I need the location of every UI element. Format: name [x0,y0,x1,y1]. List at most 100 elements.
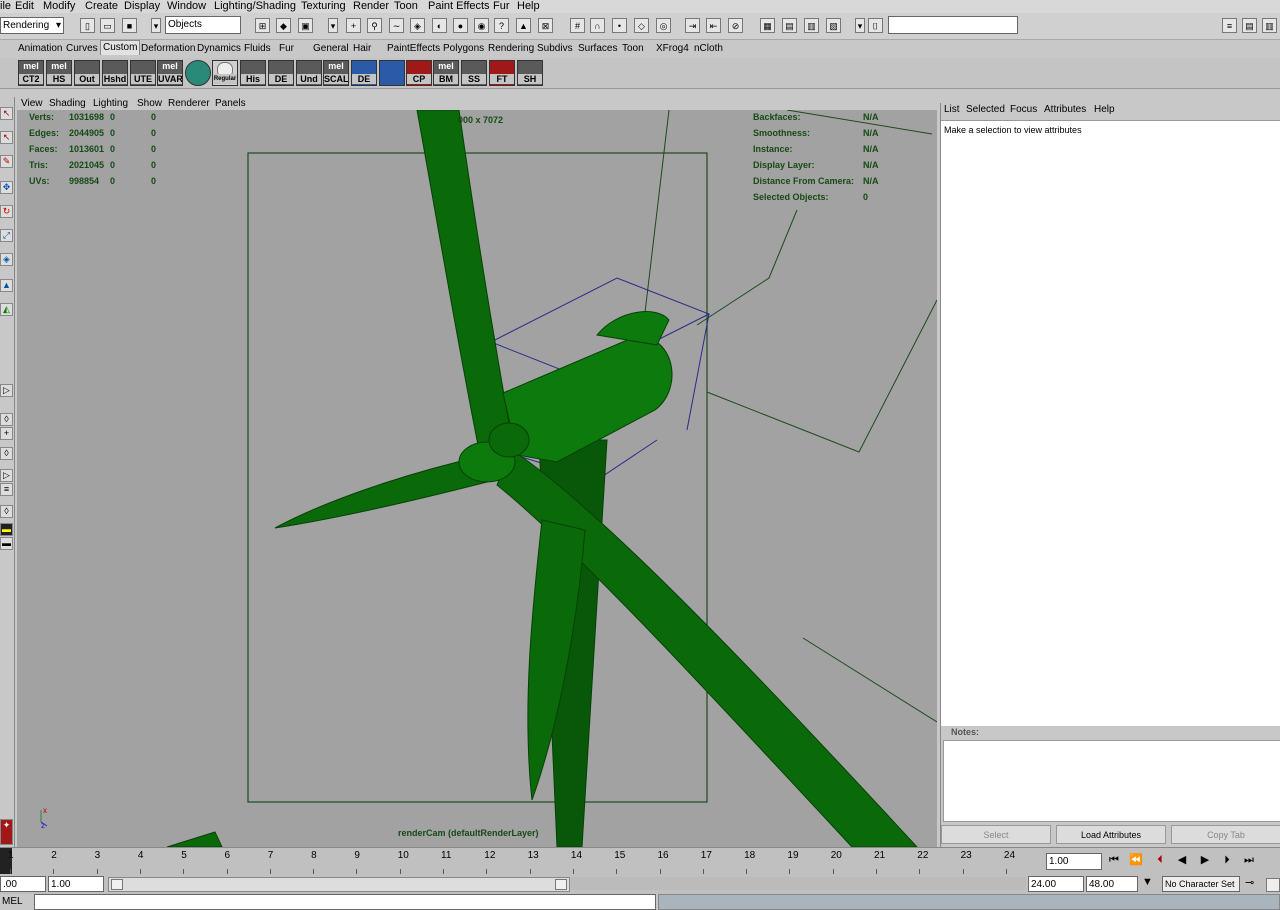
shelf-tab-fur[interactable]: Fur [279,42,294,56]
shelf-button-cp[interactable]: CP [406,60,432,86]
paint-select-tool-icon[interactable]: ✎ [0,155,13,168]
auto-key-icon[interactable]: ⊸ [1245,876,1254,889]
shelf-tab-animation[interactable]: Animation [18,42,62,56]
menu-create[interactable]: Create [85,0,118,13]
highlight-selection-icon[interactable]: ⊠ [538,18,553,33]
layout-render-icon[interactable]: ▬ [0,537,13,550]
layout-outliner-icon[interactable]: ≡ [0,483,13,496]
new-scene-icon[interactable]: ▯ [80,18,95,33]
go-to-end-icon[interactable]: ⏭ [1241,852,1257,868]
ae-menu-list[interactable]: List [944,103,960,117]
shelf-button-de[interactable]: DE [268,60,294,86]
shelf-button-out[interactable]: Out [74,60,100,86]
menu-edit[interactable]: Edit [15,0,34,13]
move-tool-icon[interactable]: ✥ [0,181,13,194]
select-deformations-icon[interactable]: ◐ [432,18,447,33]
shelf-button-und[interactable]: Und [296,60,322,86]
shelf-tab-painteffects[interactable]: PaintEffects [387,42,440,56]
input-line-field[interactable] [888,16,1018,34]
ae-menu-selected[interactable]: Selected [966,103,1005,117]
copy-tab-button[interactable]: Copy Tab [1171,825,1280,844]
grid-icon[interactable] [379,60,405,86]
current-time-field[interactable]: 1.00 [1046,853,1102,870]
shelf-tab-rendering[interactable]: Rendering [488,42,534,56]
input-line-arrow-icon[interactable]: ▾ [855,18,865,33]
select-rendering-icon[interactable]: ◉ [474,18,489,33]
step-forward-frame-icon[interactable]: ⏵ [1219,852,1235,868]
time-slider[interactable]: 1 2 3 4 5 6 7 8 9 10 11 12 13 14 15 16 17 18 19 20 21 22 23 24 [0,847,1044,875]
shelf-button-ss[interactable]: SS [461,60,487,86]
chevron-down-icon[interactable]: ▼ [1142,876,1153,888]
shelf-tab-hair[interactable]: Hair [353,42,371,56]
select-joints-icon[interactable]: ⚲ [367,18,382,33]
render-view-icon[interactable]: ▦ [760,18,775,33]
menu-window[interactable]: Window [167,0,206,13]
playback-start-field[interactable]: 1.00 [48,876,104,892]
shelf-tab-ncloth[interactable]: nCloth [694,42,723,56]
output-history-icon[interactable]: ⇤ [706,18,721,33]
shelf-button-de-2[interactable]: DE [351,60,377,86]
shelf-button-hs[interactable]: mel HS [46,60,72,86]
show-channel-box-icon[interactable]: ▥ [1262,18,1277,33]
input-history-icon[interactable]: ⇥ [685,18,700,33]
manipulator-tool-icon[interactable]: ◈ [0,253,13,266]
layout-hypershade-icon[interactable]: ▬ [0,523,13,536]
ae-menu-focus[interactable]: Focus [1010,103,1037,117]
select-button[interactable]: Select [941,825,1051,844]
viewport-menu-panels[interactable]: Panels [215,97,246,110]
select-tool-icon[interactable]: ↖ [0,107,13,120]
viewport-menu-shading[interactable]: Shading [49,97,86,110]
snap-view-plane-icon[interactable]: ◇ [634,18,649,33]
play-backwards-icon[interactable]: ◀ [1174,852,1190,868]
menu-help[interactable]: Help [517,0,540,13]
select-component-icon[interactable]: ▣ [298,18,313,33]
shelf-tab-xfrog4[interactable]: XFrog4 [656,42,689,56]
go-to-start-icon[interactable]: ⏮ [1106,852,1122,868]
shelf-tab-subdivs[interactable]: Subdivs [537,42,573,56]
layout-single-icon[interactable]: ▷ [0,384,13,397]
snap-curve-icon[interactable]: ∩ [590,18,605,33]
lasso-tool-icon[interactable]: ↖ [0,131,13,144]
construction-history-icon[interactable]: ⊘ [728,18,743,33]
menu-file[interactable]: ile [0,0,11,13]
menu-toon[interactable]: Toon [394,0,418,13]
shelf-tab-polygons[interactable]: Polygons [443,42,484,56]
shelf-tab-surfaces[interactable]: Surfaces [578,42,617,56]
selection-mode-arrow-icon[interactable]: ▾ [151,18,161,33]
shelf-button-bm[interactable]: mel BM [433,60,459,86]
animation-preferences-icon[interactable] [1266,878,1280,892]
shelf-tab-toon[interactable]: Toon [622,42,644,56]
range-slider[interactable] [108,877,570,892]
step-back-key-icon[interactable]: ⏪ [1128,852,1144,868]
layout-graph-icon[interactable]: ◊ [0,505,13,518]
menu-lighting-shading[interactable]: Lighting/Shading [214,0,296,13]
show-tool-settings-icon[interactable]: ▤ [1242,18,1257,33]
character-set-dropdown[interactable]: No Character Set [1162,876,1240,892]
soft-mod-tool-icon[interactable]: ▲ [0,279,13,292]
step-back-frame-icon[interactable]: ⏴ [1152,852,1168,868]
notes-textarea[interactable] [943,740,1280,822]
viewport-menu-lighting[interactable]: Lighting [93,97,128,110]
menuset-dropdown[interactable]: Rendering ▾ [0,17,64,34]
viewport-menu-view[interactable]: View [21,97,43,110]
shelf-button-ute[interactable]: UTE [130,60,156,86]
layout-four-icon[interactable]: ◊ [0,413,13,426]
shelf-button-ct2[interactable]: mel CT2 [18,60,44,86]
command-language-label[interactable]: MEL [2,896,23,907]
layout-persp-outliner-icon[interactable]: + [0,427,13,440]
snap-grid-icon[interactable]: # [570,18,585,33]
select-object-icon[interactable]: ◆ [276,18,291,33]
ipr-render-icon[interactable]: ▥ [804,18,819,33]
play-forwards-icon[interactable]: ▶ [1197,852,1213,868]
sphere-icon[interactable] [185,60,211,86]
shelf-button-scal[interactable]: mel SCAL [323,60,349,86]
shelf-button-regular[interactable]: Regular [212,60,238,86]
range-slider-end-handle[interactable] [555,879,567,890]
shelf-tab-general[interactable]: General [313,42,349,56]
viewport-3d[interactable]: x z Verts: 1031698 0 0 Edges: 2044905 0 0 Face… [17,110,937,847]
open-scene-icon[interactable]: ▭ [100,18,115,33]
shelf-tab-deformation[interactable]: Deformation [141,42,195,56]
anim-end-field[interactable]: 48.00 [1086,876,1138,892]
ae-menu-help[interactable]: Help [1094,103,1115,117]
rotate-tool-icon[interactable]: ↻ [0,205,13,218]
